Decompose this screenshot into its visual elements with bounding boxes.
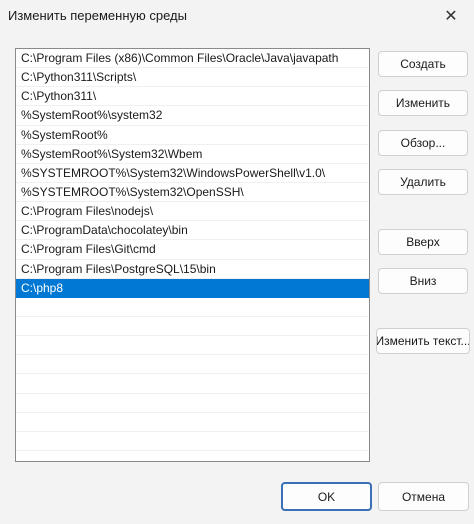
cancel-button[interactable]: Отмена xyxy=(378,482,469,511)
close-button[interactable]: ✕ xyxy=(428,0,474,32)
empty-list-row[interactable] xyxy=(16,432,369,451)
delete-button[interactable]: Удалить xyxy=(378,169,468,195)
create-button[interactable]: Создать xyxy=(378,51,468,77)
list-item[interactable]: %SystemRoot% xyxy=(16,126,369,145)
list-item[interactable]: C:\Program Files\PostgreSQL\15\bin xyxy=(16,260,369,279)
empty-list-row[interactable] xyxy=(16,451,369,461)
close-icon: ✕ xyxy=(444,8,458,25)
empty-list-row[interactable] xyxy=(16,317,369,337)
list-item[interactable]: C:\php8 xyxy=(16,278,369,298)
browse-button[interactable]: Обзор... xyxy=(378,130,468,156)
ok-button[interactable]: OK xyxy=(281,482,372,511)
window-title: Изменить переменную среды xyxy=(8,8,187,23)
list-item[interactable]: %SYSTEMROOT%\System32\WindowsPowerShell\… xyxy=(16,164,369,183)
path-list[interactable]: C:\Program Files (x86)\Common Files\Orac… xyxy=(15,48,370,462)
list-item[interactable]: C:\Program Files\Git\cmd xyxy=(16,240,369,260)
move-up-button[interactable]: Вверх xyxy=(378,229,468,255)
edit-text-button[interactable]: Изменить текст... xyxy=(376,328,470,354)
list-item[interactable]: C:\Python311\Scripts\ xyxy=(16,68,369,88)
list-item[interactable]: %SystemRoot%\System32\Wbem xyxy=(16,145,369,164)
list-item[interactable]: C:\ProgramData\chocolatey\bin xyxy=(16,221,369,241)
list-item[interactable]: %SYSTEMROOT%\System32\OpenSSH\ xyxy=(16,183,369,203)
empty-list-row[interactable] xyxy=(16,374,369,394)
list-item[interactable]: C:\Program Files (x86)\Common Files\Orac… xyxy=(16,49,369,69)
empty-list-row[interactable] xyxy=(16,394,369,413)
list-item[interactable]: C:\Python311\ xyxy=(16,87,369,107)
list-item[interactable]: %SystemRoot%\system32 xyxy=(16,106,369,126)
edit-button[interactable]: Изменить xyxy=(378,90,468,116)
list-item[interactable]: C:\Program Files\nodejs\ xyxy=(16,202,369,222)
empty-list-row[interactable] xyxy=(16,413,369,432)
empty-list-row[interactable] xyxy=(16,298,369,317)
empty-list-row[interactable] xyxy=(16,355,369,375)
move-down-button[interactable]: Вниз xyxy=(378,268,468,294)
empty-list-row[interactable] xyxy=(16,336,369,356)
title-bar: Изменить переменную среды ✕ xyxy=(0,0,474,32)
